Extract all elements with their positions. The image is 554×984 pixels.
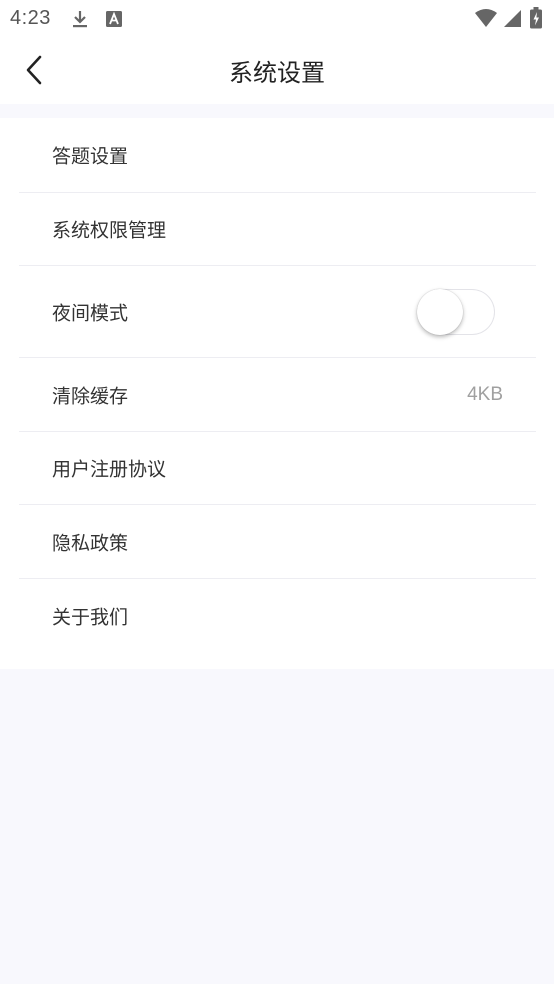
text-a-icon bbox=[104, 9, 124, 29]
settings-item-privacy-policy[interactable]: 隐私政策 bbox=[19, 505, 536, 579]
settings-item-answer-settings[interactable]: 答题设置 bbox=[19, 118, 536, 193]
settings-item-label: 隐私政策 bbox=[52, 532, 129, 554]
night-mode-toggle[interactable] bbox=[417, 288, 495, 335]
wifi-icon bbox=[474, 9, 498, 29]
app-header: 系统设置 bbox=[0, 38, 554, 104]
settings-item-night-mode: 夜间模式 bbox=[19, 266, 536, 358]
page-title: 系统设置 bbox=[229, 59, 325, 87]
download-icon bbox=[70, 9, 90, 29]
settings-item-label: 用户注册协议 bbox=[52, 458, 167, 481]
settings-item-clear-cache[interactable]: 清除缓存 4KB bbox=[19, 358, 536, 432]
settings-item-permission-management[interactable]: 系统权限管理 bbox=[19, 193, 536, 266]
settings-item-label: 关于我们 bbox=[52, 606, 129, 629]
signal-icon bbox=[502, 9, 522, 29]
settings-item-label: 清除缓存 bbox=[52, 385, 129, 407]
toggle-thumb bbox=[417, 288, 463, 335]
cache-size-value: 4KB bbox=[467, 383, 503, 405]
settings-item-about-us[interactable]: 关于我们 bbox=[19, 579, 536, 653]
settings-item-user-agreement[interactable]: 用户注册协议 bbox=[19, 432, 536, 505]
settings-item-label: 答题设置 bbox=[52, 145, 129, 168]
status-bar: 4:23 bbox=[0, 0, 554, 38]
status-time: 4:23 bbox=[10, 7, 51, 29]
settings-item-label: 夜间模式 bbox=[52, 302, 129, 324]
settings-list: 答题设置 系统权限管理 夜间模式 清除缓存 4KB 用户注册协议 隐私政策 关于… bbox=[0, 118, 554, 669]
settings-item-label: 系统权限管理 bbox=[52, 219, 167, 242]
battery-charging-icon bbox=[529, 7, 543, 29]
